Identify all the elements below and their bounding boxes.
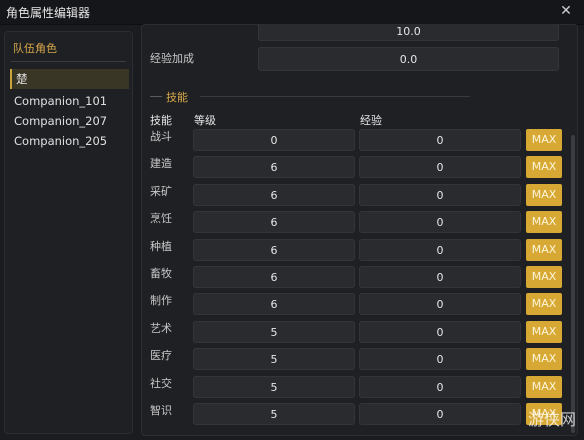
exp-bonus-field[interactable]: 0.0 [258, 47, 559, 71]
max-button[interactable]: MAX [526, 211, 562, 233]
header-skill: 技能 [150, 114, 172, 127]
member-item[interactable]: 楚 [10, 69, 129, 89]
attribute-field[interactable]: 10.0 [258, 25, 559, 41]
skill-exp-field[interactable]: 0 [359, 376, 521, 398]
skill-exp-field[interactable]: 0 [359, 156, 521, 178]
scrollbar[interactable] [571, 135, 575, 433]
skill-level-field[interactable]: 6 [193, 156, 355, 178]
max-button[interactable]: MAX [526, 156, 562, 178]
skill-exp-field[interactable]: 0 [359, 211, 521, 233]
field-label: 经验加成 [150, 52, 194, 65]
skill-level-field[interactable]: 6 [193, 266, 355, 288]
skill-level-field[interactable]: 5 [193, 403, 355, 425]
skill-name: 战斗 [150, 130, 172, 143]
max-button[interactable]: MAX [526, 266, 562, 288]
skill-level-field[interactable]: 6 [193, 211, 355, 233]
skill-name: 畜牧 [150, 267, 172, 280]
member-item[interactable]: Companion_205 [10, 131, 129, 151]
section-title: 技能 [166, 91, 188, 104]
skill-exp-field[interactable]: 0 [359, 403, 521, 425]
skill-name: 智识 [150, 404, 172, 417]
section-divider [200, 96, 470, 97]
sidebar-divider [11, 61, 126, 62]
title-bar: 角色属性编辑器 ✕ [0, 0, 584, 25]
section-divider [150, 96, 162, 97]
skill-name: 种植 [150, 240, 172, 253]
skill-level-field[interactable]: 5 [193, 348, 355, 370]
max-button[interactable]: MAX [526, 321, 562, 343]
skill-name: 建造 [150, 157, 172, 170]
skill-exp-field[interactable]: 0 [359, 321, 521, 343]
team-sidebar: 队伍角色 楚 Companion_101 Companion_207 Compa… [4, 31, 133, 434]
window-title: 角色属性编辑器 [6, 6, 91, 20]
skill-level-field[interactable]: 6 [193, 293, 355, 315]
skill-name: 社交 [150, 377, 172, 390]
skill-exp-field[interactable]: 0 [359, 239, 521, 261]
skill-exp-field[interactable]: 0 [359, 293, 521, 315]
header-exp: 经验 [360, 114, 382, 127]
skill-exp-field[interactable]: 0 [359, 348, 521, 370]
member-item[interactable]: Companion_101 [10, 91, 129, 111]
skill-exp-field[interactable]: 0 [359, 129, 521, 151]
max-button[interactable]: MAX [526, 293, 562, 315]
max-button[interactable]: MAX [526, 184, 562, 206]
skill-name: 烹饪 [150, 212, 172, 225]
skill-level-field[interactable]: 6 [193, 239, 355, 261]
skill-level-field[interactable]: 5 [193, 376, 355, 398]
max-button[interactable]: MAX [526, 348, 562, 370]
close-icon[interactable]: ✕ [558, 2, 574, 20]
skill-level-field[interactable]: 5 [193, 321, 355, 343]
sidebar-title: 队伍角色 [13, 42, 57, 55]
skill-name: 采矿 [150, 185, 172, 198]
skill-name: 医疗 [150, 349, 172, 362]
member-item[interactable]: Companion_207 [10, 111, 129, 131]
max-button[interactable]: MAX [526, 376, 562, 398]
skill-exp-field[interactable]: 0 [359, 184, 521, 206]
skill-name: 艺术 [150, 322, 172, 335]
max-button[interactable]: MAX [526, 129, 562, 151]
max-button[interactable]: MAX [526, 239, 562, 261]
skills-section-header: 技能 [150, 89, 470, 104]
skill-level-field[interactable]: 0 [193, 129, 355, 151]
attribute-panel: 10.0 经验加成 0.0 技能 技能 等级 经验 战斗 0 0 MAX 建造 6 0 MAX… [141, 24, 578, 436]
header-level: 等级 [194, 114, 216, 127]
skill-level-field[interactable]: 6 [193, 184, 355, 206]
skill-exp-field[interactable]: 0 [359, 266, 521, 288]
skill-name: 制作 [150, 294, 172, 307]
watermark: 游侠网 [527, 410, 576, 429]
